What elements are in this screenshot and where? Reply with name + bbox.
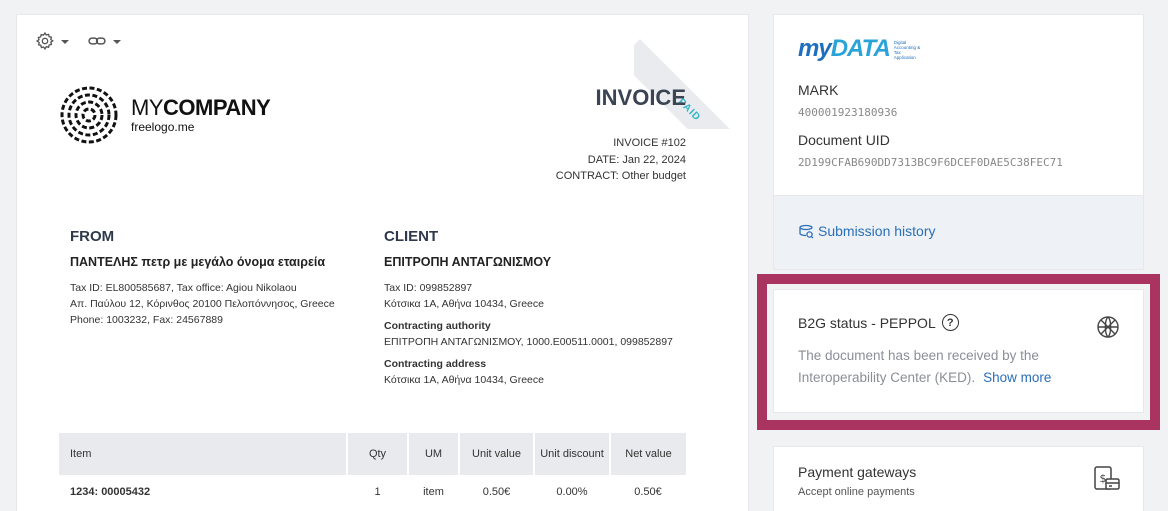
invoice-meta: INVOICE #102 DATE: Jan 22, 2024 CONTRACT…: [556, 135, 686, 185]
link-dropdown[interactable]: [87, 31, 121, 51]
payment-icon: $: [1094, 466, 1120, 490]
history-icon: [799, 224, 814, 239]
mydata-logo: myDATA Digital Accounting & Tax Applicat…: [798, 37, 920, 61]
mydata-card: myDATA Digital Accounting & Tax Applicat…: [773, 14, 1144, 196]
contracting-authority: ΕΠΙΤΡΟΠΗ ΑΝΤΑΓΩΝΙΣΜΟΥ, 1000.Ε00511.0001,…: [384, 336, 673, 348]
company-logo: MYCOMPANY freelogo.me: [59, 85, 271, 145]
client-section: CLIENT ΕΠΙΤΡΟΠΗ ΑΝΤΑΓΩΝΙΣΜΟΥ Tax ID: 099…: [384, 229, 673, 388]
invoice-title: INVOICE: [595, 85, 686, 110]
mydata-brand-data: DATA: [830, 35, 891, 62]
submission-history-link[interactable]: Submission history: [798, 223, 936, 239]
b2g-description-block: The document has been received by the In…: [798, 345, 1098, 389]
payment-gateways-card[interactable]: Payment gateways Accept online payments …: [773, 446, 1144, 511]
contracting-address-label: Contracting address: [384, 358, 487, 370]
document-uid-label: Document UID: [798, 132, 890, 148]
from-line: Phone: 1003232, Fax: 24567889: [70, 314, 223, 326]
mark-value[interactable]: 400001923180936: [798, 106, 897, 119]
table-header-row: Item Qty UM Unit value Unit discount Net…: [59, 433, 686, 475]
help-icon[interactable]: ?: [941, 314, 959, 331]
cell-qty: 1: [374, 486, 381, 498]
chevron-down-icon: [113, 40, 121, 44]
paid-ribbon: PAID: [634, 15, 748, 129]
tagline-line: Application: [893, 55, 916, 60]
b2g-status-card: B2G status - PEPPOL ? The document has b…: [773, 289, 1144, 413]
link-icon: [88, 37, 106, 45]
column-header-qty: Qty: [347, 433, 409, 475]
submission-history-section: Submission history: [773, 196, 1144, 270]
invoice-contract: CONTRACT: Other budget: [555, 170, 686, 182]
invoice-items-table: Item Qty UM Unit value Unit discount Net…: [59, 433, 686, 509]
gear-icon: [35, 31, 54, 51]
client-line: Κότσικα 1Α, Αθήνα 10434, Greece: [384, 298, 544, 310]
from-name: ΠΑΝΤΕΛΗΣ πετρ με μεγάλο όνομα εταιρεία: [70, 255, 326, 269]
cell-um: item: [423, 486, 444, 498]
b2g-title-row: B2G status - PEPPOL ?: [798, 314, 959, 331]
contracting-address: Κότσικα 1Α, Αθήνα 10434, Greece: [384, 374, 544, 386]
cell-unit-discount: 0.00%: [556, 486, 588, 498]
table-row: 1234: 00005432 1 item 0.50€ 0.00% 0.50€: [59, 475, 686, 509]
column-header-net-value: Net value: [610, 433, 686, 475]
mydata-tagline: Digital Accounting & Tax Application: [894, 40, 921, 60]
payment-gateways-title: Payment gateways: [798, 464, 917, 480]
cell-item: 1234: 00005432: [70, 486, 151, 498]
spiral-logo-icon: [60, 86, 118, 144]
from-section: FROM ΠΑΝΤΕΛΗΣ πετρ με μεγάλο όνομα εταιρ…: [70, 229, 335, 328]
show-more-link[interactable]: Show more: [983, 370, 1051, 385]
logo-name-bold: COMPANY: [163, 95, 271, 120]
payment-gateways-subtitle: Accept online payments: [798, 486, 915, 498]
logo-name-light: MY: [131, 95, 164, 120]
b2g-title: B2G status - PEPPOL: [798, 314, 936, 331]
column-header-unit-value: Unit value: [459, 433, 535, 475]
from-line: Απ. Παύλου 12, Κόρινθος 20100 Πελοπόννησ…: [70, 298, 335, 310]
chevron-down-icon: [61, 40, 69, 44]
invoice-preview: PAID MYCOMPANY freelogo.me INVOICE INVOI…: [16, 14, 749, 511]
peppol-network-icon: [1097, 316, 1119, 338]
column-header-um: UM: [408, 433, 460, 475]
logo-subtitle: freelogo.me: [131, 120, 195, 134]
settings-dropdown[interactable]: [35, 31, 69, 51]
submission-history-label: Submission history: [818, 223, 936, 239]
column-header-item: Item: [59, 433, 348, 475]
invoice-toolbar: [35, 31, 121, 51]
from-heading: FROM: [70, 228, 115, 245]
client-heading: CLIENT: [384, 228, 439, 245]
cell-net-value: 0.50€: [634, 486, 662, 498]
mark-label: MARK: [798, 82, 839, 98]
mydata-brand-my: my: [798, 35, 832, 62]
client-name: ΕΠΙΤΡΟΠΗ ΑΝΤΑΓΩΝΙΣΜΟΥ: [384, 255, 552, 269]
contracting-authority-label: Contracting authority: [384, 320, 491, 332]
from-line: Tax ID: EL800585687, Tax office: Agiou N…: [70, 282, 297, 294]
cell-unit-value: 0.50€: [482, 486, 511, 498]
client-line: Tax ID: 099852897: [384, 282, 473, 294]
document-uid-value[interactable]: 2D199CFAB690DD7313BC9F6DCEF0DAE5C38FEC71: [798, 156, 1063, 169]
invoice-number: INVOICE #102: [613, 137, 686, 149]
invoice-date: DATE: Jan 22, 2024: [587, 153, 686, 166]
column-header-unit-discount: Unit discount: [534, 433, 611, 475]
